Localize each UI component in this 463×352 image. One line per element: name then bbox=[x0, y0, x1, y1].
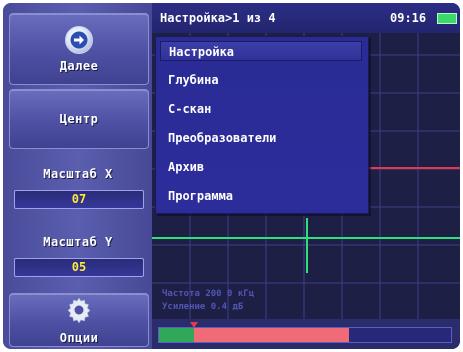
next-button[interactable]: Далее bbox=[9, 13, 149, 85]
scale-y-label: Масштаб Y bbox=[43, 235, 113, 249]
readout-line-1: Частота 200 0 кГц bbox=[162, 289, 255, 299]
arrow-right-circle-icon bbox=[65, 25, 93, 54]
sidebar: Далее Центр Масштаб X 07 Масштаб Y 05 Оп… bbox=[3, 3, 152, 349]
device-screen: Далее Центр Масштаб X 07 Масштаб Y 05 Оп… bbox=[3, 3, 460, 349]
menu-item-depth[interactable]: Глубина bbox=[160, 70, 362, 90]
clock: 09:16 bbox=[390, 11, 427, 25]
gauge-green-segment bbox=[159, 328, 194, 342]
bottom-bar bbox=[152, 319, 460, 349]
gauge-bar[interactable] bbox=[158, 322, 452, 343]
gauge-red-segment bbox=[194, 328, 349, 342]
gauge-marker-icon[interactable] bbox=[190, 322, 198, 328]
menu-item-settings[interactable]: Настройка bbox=[160, 41, 362, 61]
readout-line-2: Усиление 0.4 дБ bbox=[162, 302, 244, 312]
settings-menu: Настройка Глубина С-скан Преобразователи… bbox=[155, 36, 369, 214]
options-button[interactable]: Опции bbox=[9, 293, 149, 347]
gear-icon bbox=[65, 296, 93, 327]
menu-item-c-scan[interactable]: С-скан bbox=[160, 99, 362, 119]
scale-y-value[interactable]: 05 bbox=[14, 258, 144, 277]
center-button-label: Центр bbox=[59, 112, 99, 126]
battery-icon bbox=[437, 13, 457, 24]
scale-x-label: Масштаб X bbox=[43, 167, 113, 181]
menu-item-program[interactable]: Программа bbox=[160, 186, 362, 206]
menu-item-archive[interactable]: Архив bbox=[160, 157, 362, 177]
page-title: Настройка>1 из 4 bbox=[160, 11, 276, 25]
next-button-label: Далее bbox=[59, 58, 99, 73]
options-button-label: Опции bbox=[59, 330, 99, 345]
menu-item-transducers[interactable]: Преобразователи bbox=[160, 128, 362, 148]
scale-x-value[interactable]: 07 bbox=[14, 190, 144, 209]
center-button[interactable]: Центр bbox=[9, 89, 149, 149]
header-bar: Настройка>1 из 4 09:16 bbox=[152, 3, 460, 33]
